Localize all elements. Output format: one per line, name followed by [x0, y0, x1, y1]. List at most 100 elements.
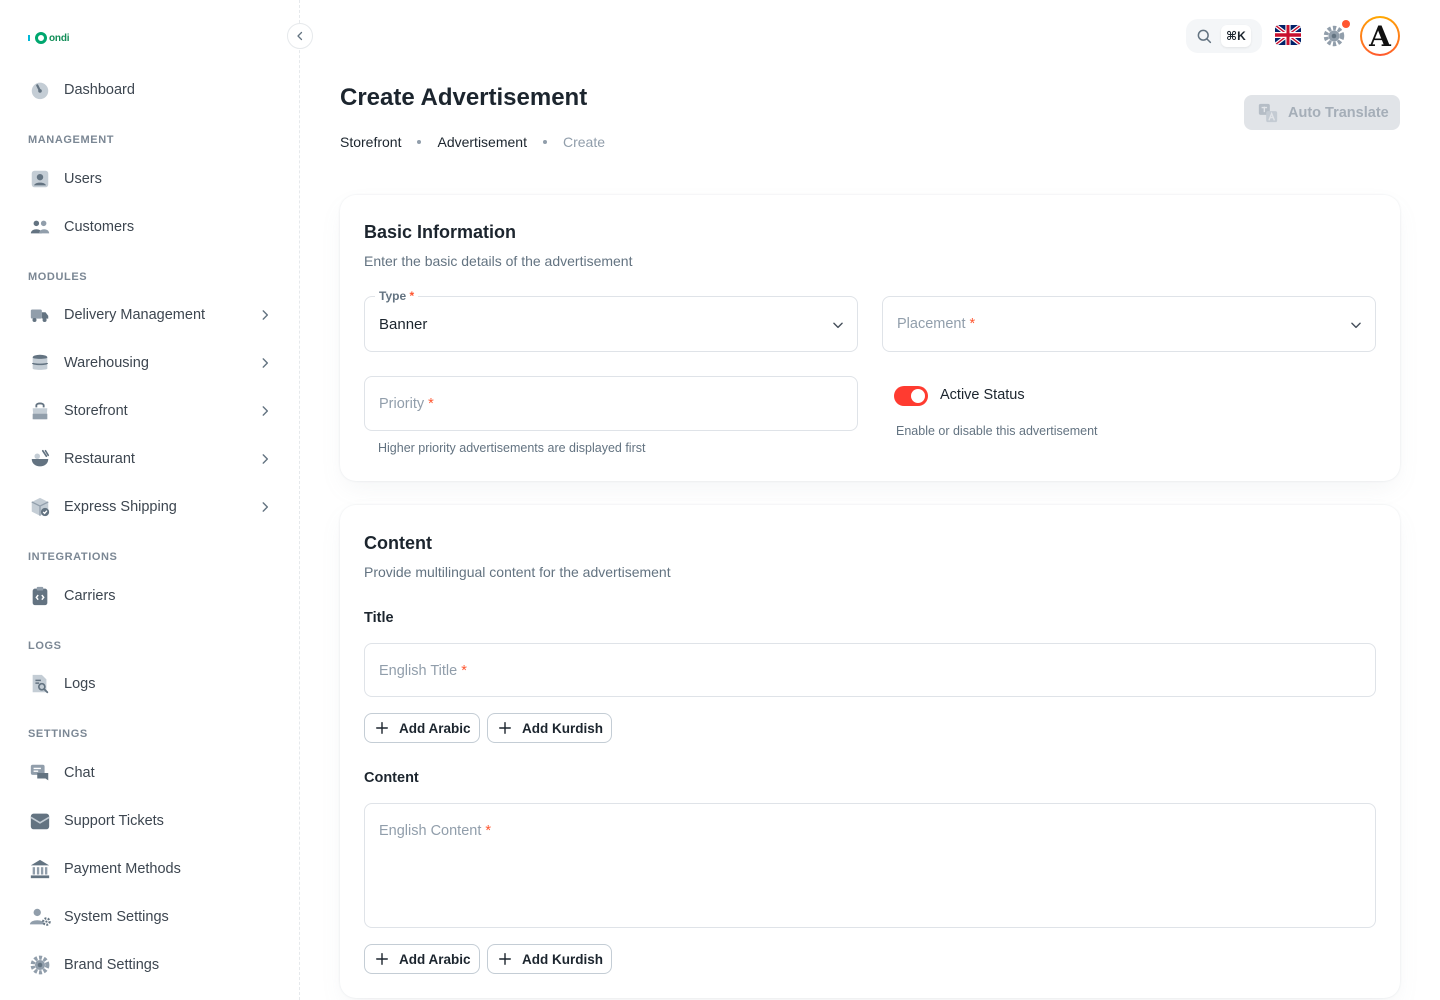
brand-name: ondi: [49, 32, 70, 44]
sidebar-item-carriers[interactable]: Carriers: [28, 574, 280, 618]
gear-icon: [28, 953, 52, 977]
sidebar-item-payment-methods[interactable]: Payment Methods: [28, 847, 280, 891]
sidebar-item-label: Support Tickets: [64, 813, 164, 829]
sidebar-item-dashboard[interactable]: Dashboard: [28, 68, 280, 112]
breadcrumb-advertisement[interactable]: Advertisement: [437, 134, 526, 150]
toggle-knob: [911, 389, 925, 403]
sidebar-item-label: Express Shipping: [64, 499, 177, 515]
brand-logo[interactable]: ondi: [28, 32, 70, 44]
sidebar-item-users[interactable]: Users: [28, 157, 280, 201]
breadcrumb-separator: [542, 140, 547, 144]
settings-gear-icon[interactable]: [1322, 24, 1346, 48]
section-management: MANAGEMENT: [28, 134, 115, 146]
avatar: A: [1362, 18, 1398, 54]
add-arabic-title-button[interactable]: Add Arabic: [364, 713, 480, 743]
sidebar-item-delivery-management[interactable]: Delivery Management: [28, 293, 280, 337]
priority-placeholder: Priority *: [379, 396, 434, 412]
sidebar-item-restaurant[interactable]: Restaurant: [28, 437, 280, 481]
search-button[interactable]: ⌘K: [1186, 19, 1262, 53]
type-select[interactable]: Type * Banner: [364, 289, 858, 352]
sidebar-item-label: Delivery Management: [64, 307, 206, 323]
chevron-right-icon: [262, 358, 269, 368]
english-content-textarea[interactable]: English Content *: [364, 803, 1376, 928]
auto-translate-label: Auto Translate: [1288, 104, 1389, 121]
user-avatar-button[interactable]: A: [1360, 16, 1400, 56]
chevron-right-icon: [262, 310, 269, 320]
type-value: Banner: [379, 316, 428, 333]
section-settings: SETTINGS: [28, 728, 88, 740]
chevron-down-icon: [1351, 322, 1361, 329]
user-cog-icon: [28, 905, 52, 929]
priority-input[interactable]: Priority *: [364, 376, 858, 431]
translate-icon: [1258, 103, 1278, 122]
section-logs: LOGS: [28, 640, 62, 652]
active-status-helper-text: Enable or disable this advertisement: [896, 424, 1098, 438]
auto-translate-button[interactable]: Auto Translate: [1244, 95, 1400, 130]
chat-bubbles-icon: [28, 761, 52, 785]
sidebar-item-label: Chat: [64, 765, 95, 781]
sidebar-item-customers[interactable]: Customers: [28, 205, 280, 249]
package-check-icon: [28, 495, 52, 519]
notification-dot: [1342, 20, 1350, 28]
sidebar-item-label: System Settings: [64, 909, 169, 925]
plus-icon: [376, 953, 388, 965]
chevron-right-icon: [262, 406, 269, 416]
title-section-heading: Title: [364, 610, 394, 626]
delivery-truck-icon: [28, 303, 52, 327]
bank-icon: [28, 857, 52, 881]
sidebar-item-label: Restaurant: [64, 451, 135, 467]
sidebar-item-express-shipping[interactable]: Express Shipping: [28, 485, 280, 529]
search-icon: [1197, 29, 1212, 44]
basic-information-card: Basic Information Enter the basic detail…: [340, 195, 1400, 481]
sidebar-item-support-tickets[interactable]: Support Tickets: [28, 799, 280, 843]
priority-helper-text: Higher priority advertisements are displ…: [378, 441, 646, 455]
card-subtitle: Provide multilingual content for the adv…: [364, 564, 671, 580]
sidebar-item-storefront[interactable]: Storefront: [28, 389, 280, 433]
dashboard-gauge-icon: [28, 78, 52, 102]
warehouse-icon: [28, 351, 52, 375]
plus-icon: [499, 953, 511, 965]
breadcrumb-separator: [417, 140, 422, 144]
sidebar-item-label: Warehousing: [64, 355, 149, 371]
plus-icon: [376, 722, 388, 734]
breadcrumb-storefront[interactable]: Storefront: [340, 134, 401, 150]
active-status-toggle[interactable]: [894, 386, 928, 406]
search-shortcut-badge: ⌘K: [1221, 25, 1251, 47]
add-kurdish-title-button[interactable]: Add Kurdish: [487, 713, 612, 743]
sidebar-item-system-settings[interactable]: System Settings: [28, 895, 280, 939]
sidebar-item-label: Storefront: [64, 403, 128, 419]
clipboard-code-icon: [28, 584, 52, 608]
sidebar-item-brand-settings[interactable]: Brand Settings: [28, 943, 280, 987]
sidebar: ondi Dashboard MANAGEMENT Users Customer…: [0, 0, 300, 1000]
add-kurdish-label: Add Kurdish: [522, 951, 603, 967]
sidebar-item-logs[interactable]: Logs: [28, 662, 280, 706]
placement-select[interactable]: Placement *: [882, 296, 1376, 352]
chevron-down-icon: [833, 322, 843, 329]
add-kurdish-content-button[interactable]: Add Kurdish: [487, 944, 612, 974]
sidebar-item-label: Customers: [64, 219, 135, 235]
sidebar-item-warehousing[interactable]: Warehousing: [28, 341, 280, 385]
sidebar-item-chat[interactable]: Chat: [28, 751, 280, 795]
add-arabic-content-button[interactable]: Add Arabic: [364, 944, 480, 974]
user-icon: [28, 167, 52, 191]
add-arabic-label: Add Arabic: [399, 951, 471, 967]
plus-icon: [499, 722, 511, 734]
content-section-heading: Content: [364, 770, 419, 786]
sidebar-item-label: Brand Settings: [64, 957, 160, 973]
add-arabic-label: Add Arabic: [399, 720, 471, 736]
section-modules: MODULES: [28, 271, 88, 283]
section-integrations: INTEGRATIONS: [28, 551, 118, 563]
english-title-input[interactable]: English Title *: [364, 643, 1376, 697]
file-search-icon: [28, 672, 52, 696]
food-bowl-icon: [28, 447, 52, 471]
english-title-placeholder: English Title *: [379, 663, 467, 679]
inbox-mail-icon: [28, 809, 52, 833]
page-title: Create Advertisement: [340, 84, 588, 111]
english-content-placeholder: English Content *: [379, 823, 492, 839]
add-kurdish-label: Add Kurdish: [522, 720, 603, 736]
language-flag-uk-icon[interactable]: [1275, 25, 1301, 45]
chevron-left-icon: [297, 31, 303, 41]
card-subtitle: Enter the basic details of the advertise…: [364, 253, 633, 269]
type-label: Type *: [375, 289, 419, 303]
collapse-sidebar-button[interactable]: [287, 23, 313, 49]
